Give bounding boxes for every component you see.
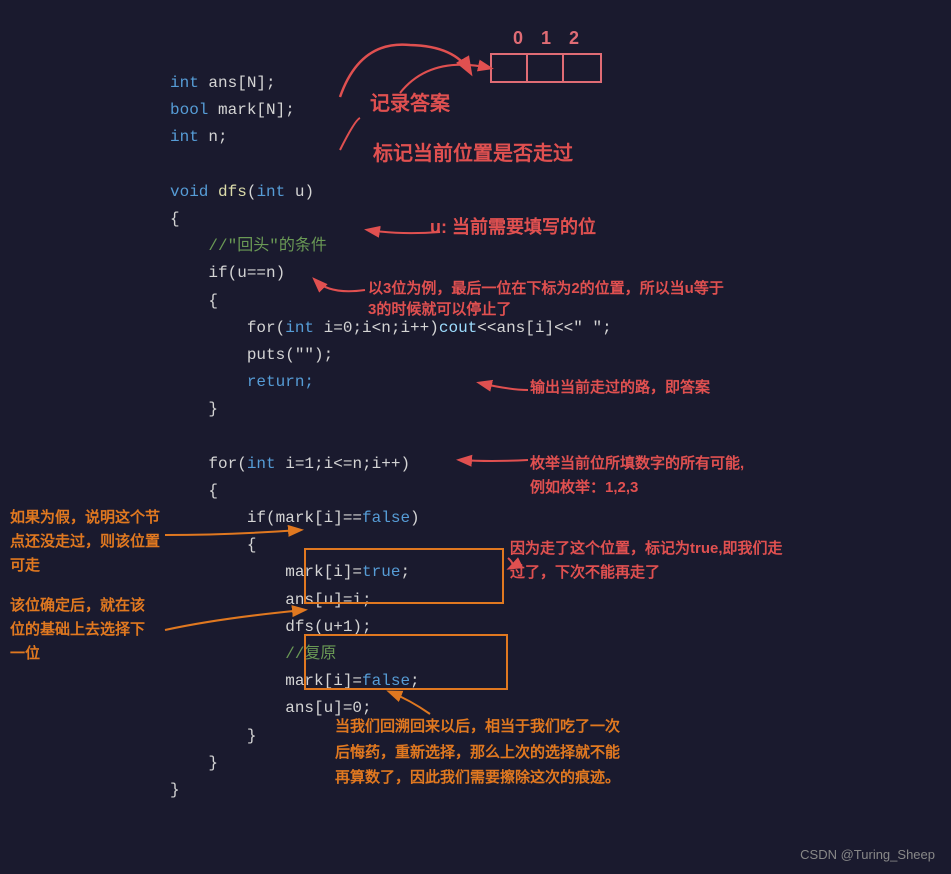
annotation-u-label: u: 当前需要填写的位: [430, 213, 596, 239]
code-if-u: if(u==n): [170, 264, 285, 282]
array-indices: 0 1 2: [513, 28, 579, 49]
kw-void: void: [170, 183, 208, 201]
annotation-mark-true: 因为走了这个位置，标记为true,即我们走 过了，下次不能再走了: [510, 537, 783, 585]
fn-dfs: dfs: [218, 183, 247, 201]
code-line-11: puts("");: [170, 342, 612, 369]
brace-open-3: {: [170, 482, 218, 500]
annotation-output-note: 输出当前走过的路，即答案: [530, 376, 710, 397]
watermark: CSDN @Turing_Sheep: [800, 847, 935, 862]
code-for2b: i=1;i<=n;i++): [276, 455, 410, 473]
main-container: 0 1 2 int ans[N]; bool mark[N]; int n; v…: [0, 0, 951, 874]
brace-close-2: }: [170, 727, 256, 745]
annotation-u-n-note2: 3的时候就可以停止了: [368, 298, 511, 319]
code-line-13: }: [170, 396, 612, 423]
kw-int-1: int: [170, 74, 199, 92]
code-puts: puts("");: [170, 346, 333, 364]
code-n: n;: [199, 128, 228, 146]
code-for1: for(: [170, 319, 285, 337]
code-paren2: ): [410, 509, 420, 527]
annotation-restore: 当我们回溯回来以后，相当于我们吃了一次 后悔药，重新选择，那么上次的选择就不能 …: [335, 714, 620, 791]
code-mark: mark[N];: [208, 101, 294, 119]
kw-int-for1: int: [285, 319, 314, 337]
annotation-record-answer: 记录答案: [370, 87, 450, 116]
code-line-5: void dfs(int u): [170, 179, 612, 206]
code-for1b: i=0;i<n;i++): [314, 319, 439, 337]
code-area: int ans[N]; bool mark[N]; int n; void df…: [170, 70, 612, 804]
highlight-box-restore: [304, 634, 508, 690]
kw-int-for2: int: [247, 455, 276, 473]
index-2: 2: [569, 28, 579, 49]
brace-open-1: {: [170, 210, 180, 228]
annotation-next-pos: 该位确定后，就在该 位的基础上去选择下 一位: [10, 594, 145, 666]
kw-int-3: int: [170, 128, 199, 146]
kw-false-1: false: [362, 509, 410, 527]
code-if-mark: if(mark[i]==: [170, 509, 362, 527]
kw-return: return;: [170, 373, 314, 391]
comment-goback: //"回头"的条件: [170, 237, 327, 255]
brace-open-2: {: [170, 292, 218, 310]
code-ans: ans[N];: [199, 74, 276, 92]
code-line-17: if(mark[i]==false): [170, 505, 612, 532]
code-line-blank2: [170, 423, 612, 450]
code-space: [208, 183, 218, 201]
annotation-mark-visited: 标记当前位置是否走过: [373, 137, 573, 166]
index-0: 0: [513, 28, 523, 49]
brace-close-4: }: [170, 781, 180, 799]
highlight-box-set: [304, 548, 504, 604]
annotation-if-false: 如果为假，说明这个节 点还没走过，则该位置 可走: [10, 506, 160, 578]
code-cout: cout: [439, 319, 477, 337]
brace-close-1: }: [170, 400, 218, 418]
annotation-enumerate-note1: 枚举当前位所填数字的所有可能, 例如枚举：1,2,3: [530, 452, 744, 500]
brace-close-3: }: [170, 754, 218, 772]
index-1: 1: [541, 28, 551, 49]
kw-bool: bool: [170, 101, 208, 119]
brace-open-4: {: [170, 536, 256, 554]
code-paren: (: [247, 183, 257, 201]
code-cout2: <<ans[i]<<" ";: [477, 319, 611, 337]
kw-int-u: int: [256, 183, 285, 201]
code-for2: for(: [170, 455, 247, 473]
code-u: u): [285, 183, 314, 201]
